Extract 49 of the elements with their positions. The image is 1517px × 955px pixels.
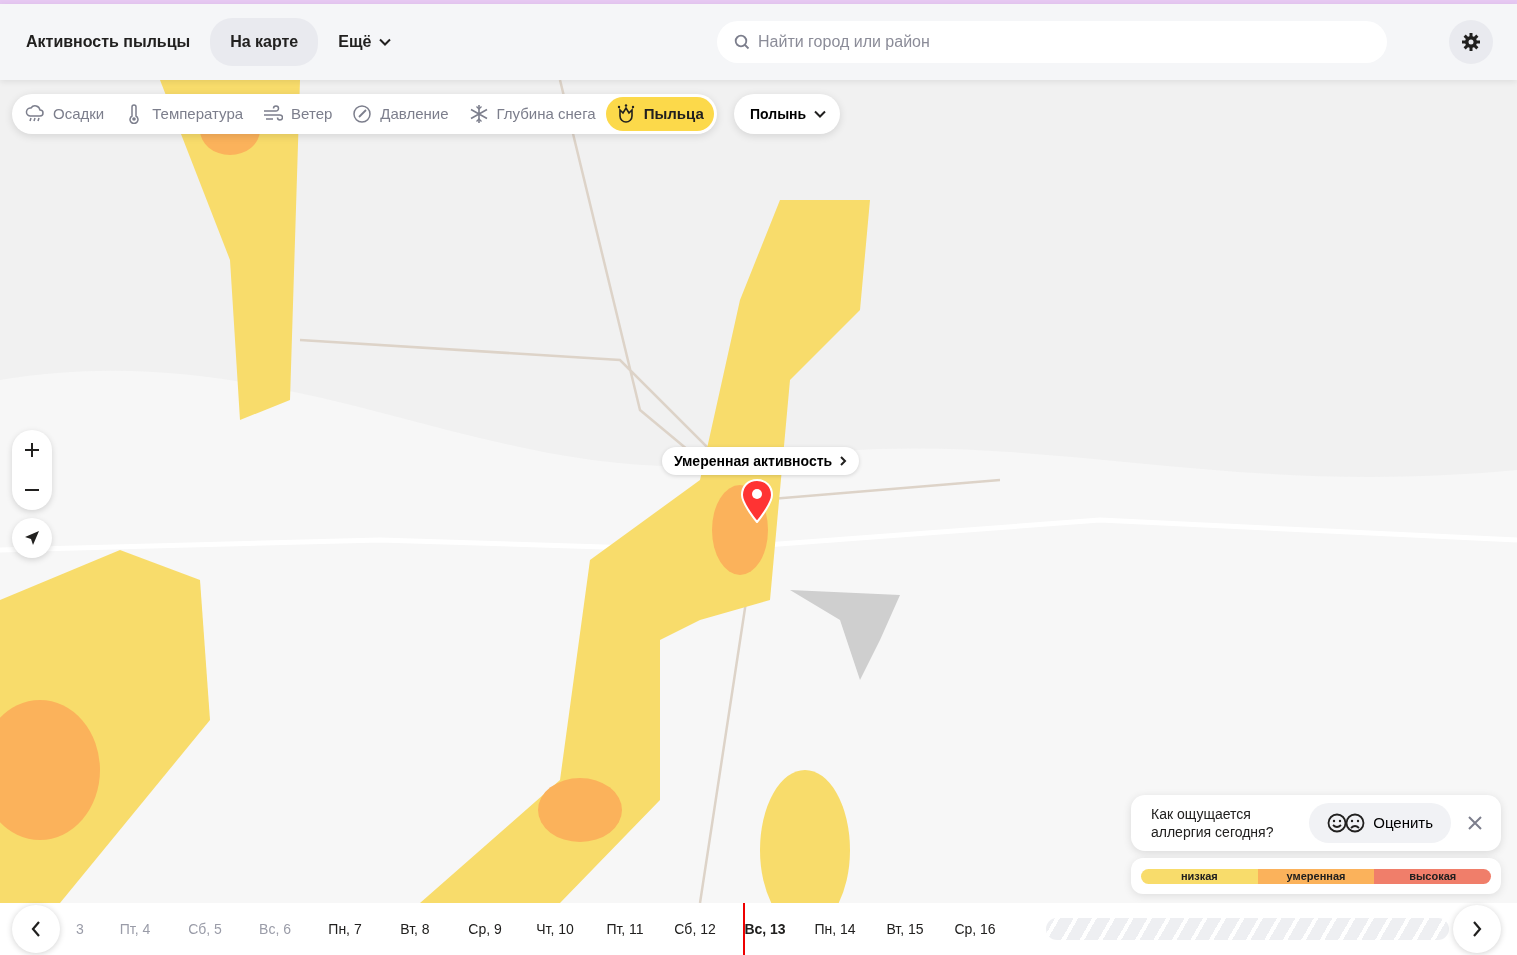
layer-tab[interactable]: Глубина снега: [458, 97, 606, 131]
feedback-question: Как ощущается аллергия сегодня?: [1151, 805, 1275, 841]
settings-button[interactable]: [1449, 20, 1493, 64]
search-icon: [734, 34, 750, 50]
layer-tab[interactable]: Температура: [114, 97, 254, 131]
app-title: Активность пыльцы: [26, 32, 191, 52]
chevron-down-icon: [814, 110, 827, 118]
flower-icon: [615, 104, 636, 124]
day-tab[interactable]: Пт, 11: [590, 918, 660, 940]
day-tab[interactable]: Пн, 14: [800, 918, 870, 940]
plus-icon: [25, 443, 39, 457]
day-tab[interactable]: Пн, 7: [310, 918, 380, 940]
day-tab[interactable]: Вт, 15: [870, 918, 940, 940]
layer-tab[interactable]: Давление: [342, 97, 459, 131]
day-tab[interactable]: Чт, 10: [520, 918, 590, 940]
layer-tab[interactable]: Пыльца: [605, 97, 714, 131]
day-tab[interactable]: Сб, 12: [660, 918, 730, 940]
day-tab[interactable]: Вс, 13: [730, 918, 800, 940]
cloud-rain-icon: [25, 104, 45, 124]
rate-button[interactable]: Оценить: [1309, 803, 1451, 843]
nav-tab[interactable]: На карте: [210, 18, 319, 66]
close-icon: [1468, 816, 1482, 830]
layer-tab[interactable]: Ветер: [253, 97, 343, 131]
chevron-right-icon: [1472, 921, 1482, 937]
plant-dropdown[interactable]: Полынь: [734, 94, 841, 134]
map-pin-icon: [740, 479, 774, 523]
snowflake-icon: [468, 104, 489, 124]
chevron-right-icon: [840, 456, 848, 466]
activity-popup[interactable]: Умеренная активность: [662, 447, 860, 475]
previous-button[interactable]: [12, 905, 60, 953]
location-arrow-icon: [24, 530, 40, 546]
legend-segment: низкая: [1141, 868, 1258, 884]
minus-icon: [25, 489, 39, 491]
day-tab[interactable]: Вт, 8: [380, 918, 450, 940]
chevron-left-icon: [31, 921, 41, 937]
gauge-icon: [352, 104, 373, 124]
day-tab[interactable]: Ср, 16: [940, 918, 1010, 940]
wind-icon: [263, 104, 284, 124]
faces-icon: [1327, 813, 1366, 833]
next-button[interactable]: [1453, 905, 1501, 953]
legend-segment: умеренная: [1257, 868, 1375, 884]
more-dropdown[interactable]: Ещё: [318, 18, 412, 66]
search-field[interactable]: Найти город или район: [717, 21, 1387, 63]
chevron-down-icon: [379, 38, 392, 46]
settings-icon: [1461, 32, 1481, 52]
day-tab[interactable]: Ср, 9: [450, 918, 520, 940]
layer-tab[interactable]: Осадки: [15, 97, 115, 131]
legend-segment: высокая: [1374, 868, 1491, 884]
timeline-cursor: [743, 903, 745, 955]
